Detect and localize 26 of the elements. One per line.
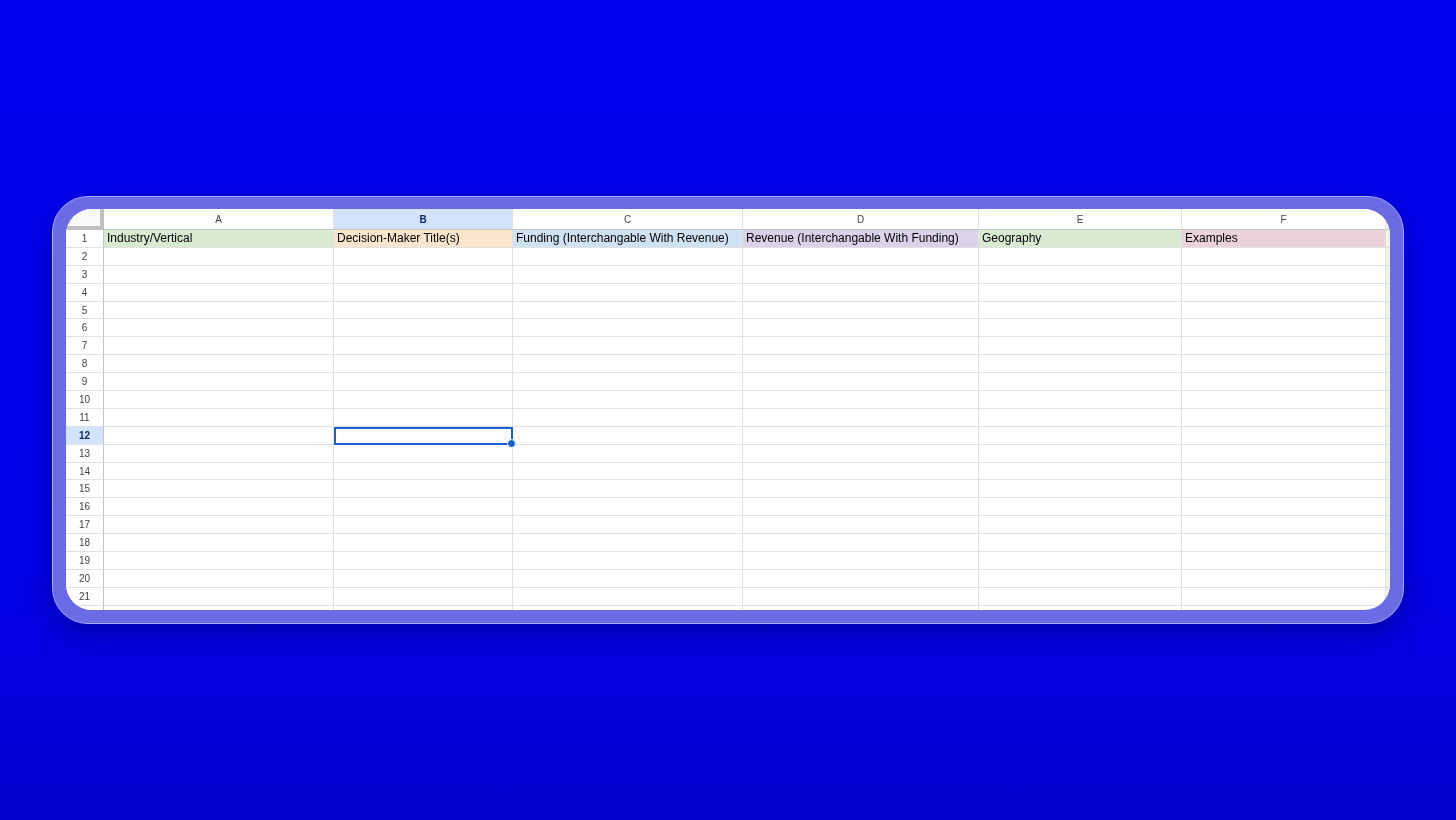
- row-header[interactable]: 1: [66, 230, 104, 248]
- column-header[interactable]: F: [1182, 209, 1386, 230]
- row-header[interactable]: 17: [66, 516, 104, 535]
- spreadsheet-cell[interactable]: Geography: [979, 230, 1182, 248]
- select-all-corner[interactable]: [66, 209, 104, 230]
- row-header[interactable]: 16: [66, 498, 104, 517]
- row-header[interactable]: 10: [66, 391, 104, 409]
- spreadsheet-cell[interactable]: Revenue (Interchangable With Funding): [743, 230, 979, 248]
- row-header[interactable]: 7: [66, 337, 104, 356]
- spreadsheet-cell[interactable]: Examples: [1182, 230, 1386, 248]
- row-header[interactable]: 15: [66, 480, 104, 499]
- row-header[interactable]: 6: [66, 319, 104, 338]
- fill-handle[interactable]: [507, 438, 516, 448]
- column-header[interactable]: A: [104, 209, 334, 230]
- column-header[interactable]: E: [979, 209, 1182, 230]
- row-header[interactable]: 9: [66, 373, 104, 391]
- selected-cell[interactable]: [334, 426, 513, 445]
- row-header[interactable]: 8: [66, 355, 104, 374]
- spreadsheet-cell[interactable]: Decision-Maker Title(s): [334, 230, 513, 248]
- column-header[interactable]: D: [743, 209, 979, 230]
- row-header[interactable]: 18: [66, 534, 104, 553]
- row-header[interactable]: 19: [66, 552, 104, 570]
- spreadsheet-cell[interactable]: Industry/Vertical: [104, 230, 334, 248]
- spreadsheet-cell[interactable]: Funding (Interchangable With Revenue): [513, 230, 743, 248]
- column-header[interactable]: C: [513, 209, 743, 230]
- column-header[interactable]: B: [334, 209, 513, 230]
